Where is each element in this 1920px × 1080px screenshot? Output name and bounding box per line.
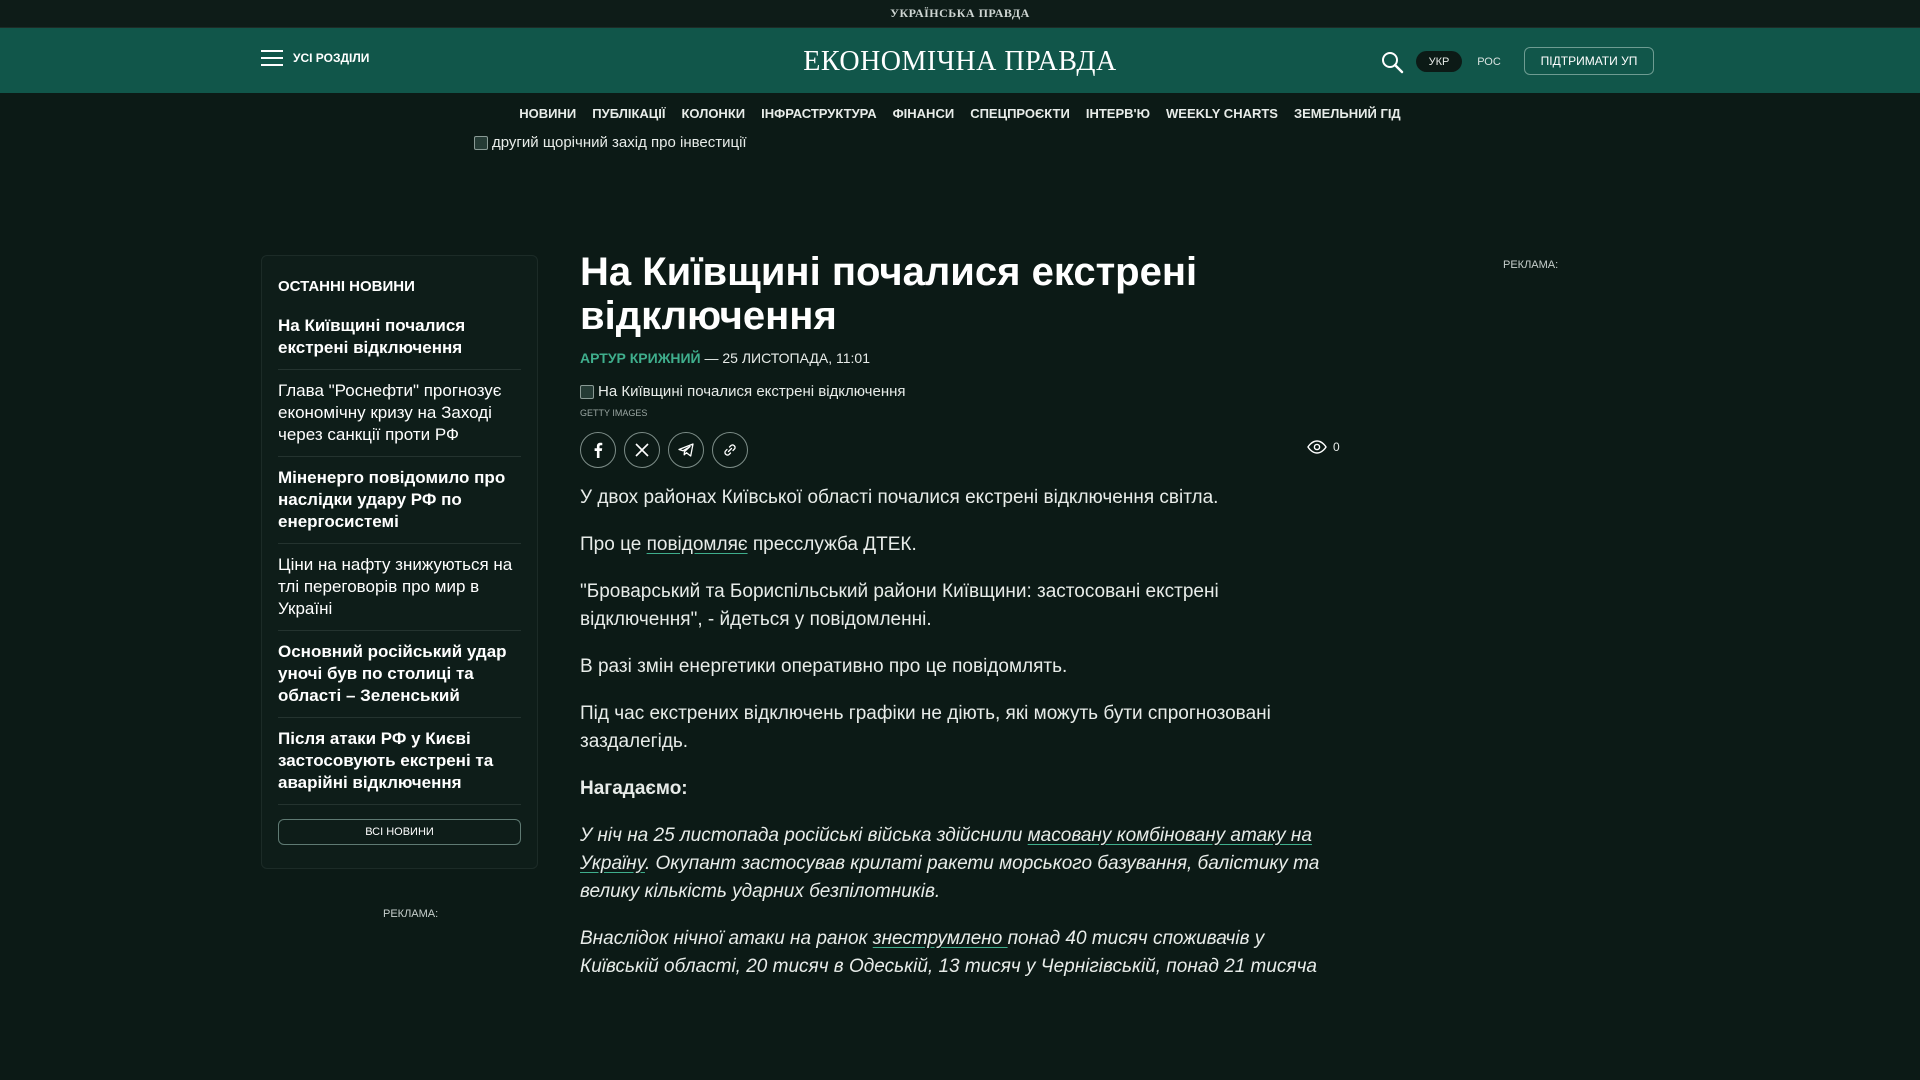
news-item[interactable]: Основний російський удар уночі був по ст… <box>278 631 521 718</box>
paragraph: Під час екстрених відключень графіки не … <box>580 703 1271 752</box>
hamburger-icon <box>261 50 283 66</box>
copy-link-button[interactable] <box>712 432 748 468</box>
news-item[interactable]: Міненерго повідомило про наслідки удару … <box>278 457 521 544</box>
up-logo[interactable]: УКРАЇНСЬКА ПРАВДА <box>890 6 1030 21</box>
all-sections-label: УСІ РОЗДІЛИ <box>293 51 370 65</box>
nav-item-infrastructure[interactable]: ІНФРАСТРУКТУРА <box>761 106 876 121</box>
support-button[interactable]: ПІДТРИМАТИ УП <box>1524 47 1654 75</box>
news-item[interactable]: Глава "Роснефти" прогнозує економічну кр… <box>278 370 521 457</box>
photo-credit: GETTY IMAGES <box>580 408 648 418</box>
nav-item-news[interactable]: НОВИНИ <box>519 106 576 121</box>
broken-image-icon <box>580 384 594 399</box>
promo-banner[interactable]: другий щорічний захід про інвестиції <box>474 134 747 151</box>
news-item[interactable]: На Київщині почалися екстрені відключенн… <box>278 305 521 370</box>
article-body: У двох районах Київської області почалис… <box>580 484 1340 981</box>
news-item[interactable]: Ціни на нафту знижуються на тлі перегово… <box>278 544 521 631</box>
lang-ros-button[interactable]: РОС <box>1466 51 1512 72</box>
reminder-heading: Нагадаємо: <box>580 778 688 799</box>
news-item[interactable]: Після атаки РФ у Києві застосовують екст… <box>278 718 521 805</box>
share-row: 0 <box>580 432 1340 468</box>
publish-date: — 25 ЛИСТОПАДА, 11:01 <box>704 350 871 366</box>
site-header: УСІ РОЗДІЛИ ЕКОНОМІЧНА ПРАВДА УКР РОС ПІ… <box>0 28 1920 93</box>
views-counter: 0 <box>1307 440 1340 454</box>
all-news-button[interactable]: ВСІ НОВИНИ <box>278 819 521 845</box>
eye-icon <box>1307 440 1327 454</box>
banner-alt-text: другий щорічний захід про інвестиції <box>492 134 747 151</box>
telegram-icon <box>678 443 694 457</box>
telegram-share-button[interactable] <box>668 432 704 468</box>
article-title: На Київщині почалися екстрені відключенн… <box>580 250 1198 338</box>
latest-news-sidebar: ОСТАННІ НОВИНИ На Київщині почалися екст… <box>261 255 538 869</box>
lang-ukr-button[interactable]: УКР <box>1416 51 1462 72</box>
nav-item-publications[interactable]: ПУБЛІКАЦІЇ <box>592 106 665 121</box>
nav-item-weekly-charts[interactable]: WEEKLY CHARTS <box>1166 106 1278 121</box>
source-link[interactable]: повідомляє <box>647 534 748 555</box>
nav-item-interview[interactable]: ІНТЕРВ'Ю <box>1086 106 1150 121</box>
photo-alt-text: На Київщині почалися екстрені відключенн… <box>598 383 906 400</box>
nav-item-columns[interactable]: КОЛОНКИ <box>681 106 745 121</box>
ad-label-right: РЕКЛАМА: <box>1503 259 1559 271</box>
blackout-link[interactable]: знеструмлено <box>873 928 1008 949</box>
paragraph: В разі змін енергетики оперативно про це… <box>580 656 1068 677</box>
facebook-share-button[interactable] <box>580 432 616 468</box>
byline: АРТУР КРИЖНИЙ — 25 ЛИСТОПАДА, 11:01 <box>580 350 1340 366</box>
x-icon <box>635 443 649 457</box>
article: На Київщині почалися екстрені відключенн… <box>580 250 1340 981</box>
author-link[interactable]: АРТУР КРИЖНИЙ <box>580 350 701 366</box>
broken-image-icon <box>474 135 488 150</box>
all-sections-button[interactable]: УСІ РОЗДІЛИ <box>261 50 369 66</box>
article-photo: На Київщині почалися екстрені відключенн… <box>580 383 1340 400</box>
facebook-icon <box>594 442 603 458</box>
nav-item-finance[interactable]: ФІНАНСИ <box>893 106 955 121</box>
link-icon <box>724 444 736 456</box>
ad-label-left: РЕКЛАМА: <box>383 908 439 920</box>
sidebar-title: ОСТАННІ НОВИНИ <box>278 278 415 295</box>
main-nav: НОВИНИ ПУБЛІКАЦІЇ КОЛОНКИ ІНФРАСТРУКТУРА… <box>0 93 1920 133</box>
paragraph: Про це повідомляє пресслужба ДТЕК. <box>580 534 917 555</box>
paragraph: "Броварський та Бориспільський райони Ки… <box>580 581 1219 630</box>
nav-item-land-guide[interactable]: ЗЕМЕЛЬНИЙ ГІД <box>1294 106 1401 121</box>
search-icon[interactable] <box>1380 50 1404 74</box>
top-strip: УКРАЇНСЬКА ПРАВДА <box>0 0 1920 28</box>
views-count: 0 <box>1333 440 1340 454</box>
paragraph: У двох районах Київської області почалис… <box>580 487 1219 508</box>
paragraph: У ніч на 25 листопада російські війська … <box>580 825 1320 902</box>
paragraph: Внаслідок нічної атаки на ранок знеструм… <box>580 928 1317 977</box>
nav-item-specprojects[interactable]: СПЕЦПРОЄКТИ <box>970 106 1070 121</box>
x-share-button[interactable] <box>624 432 660 468</box>
